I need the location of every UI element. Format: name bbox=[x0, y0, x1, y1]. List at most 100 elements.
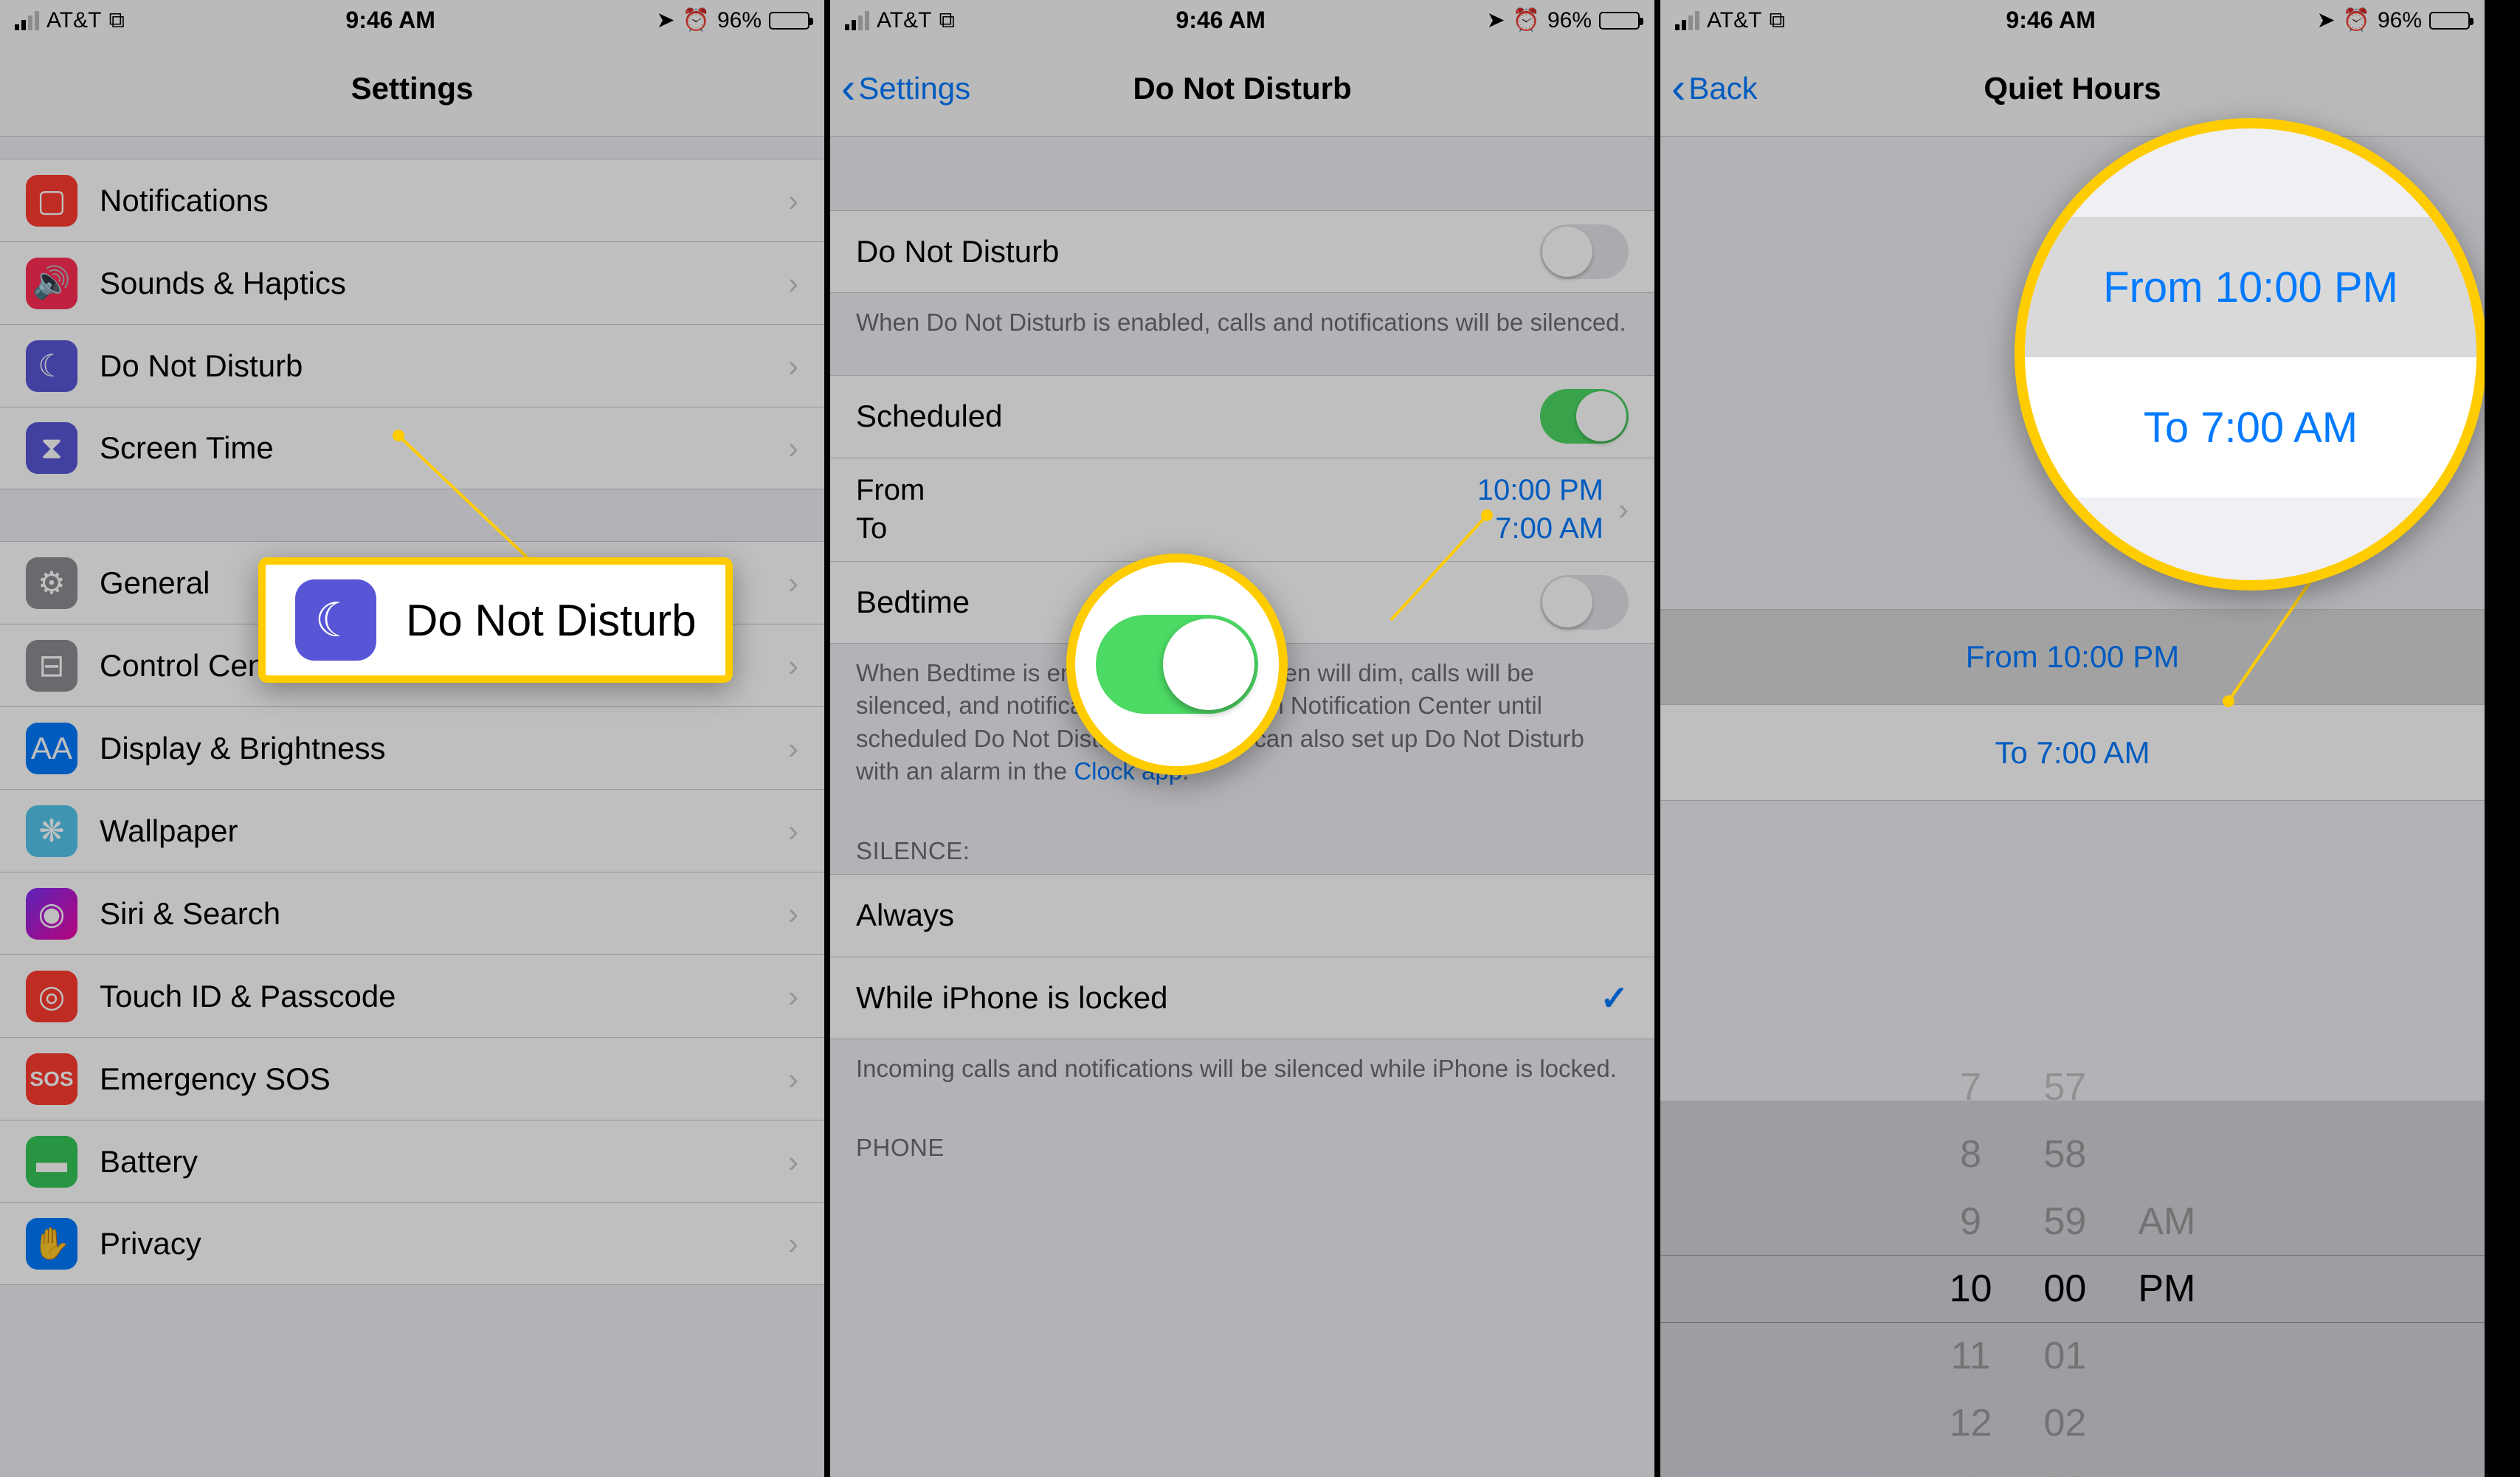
picker-ampm[interactable]: AM PM bbox=[2138, 1188, 2195, 1390]
callout-to-label: To 7:00 AM bbox=[2144, 403, 2358, 452]
settings-group-1: ▢ Notifications › 🔊 Sounds & Haptics › ☾… bbox=[0, 159, 824, 489]
silence-header: SILENCE: bbox=[830, 824, 1654, 874]
row-notifications[interactable]: ▢ Notifications › bbox=[0, 159, 824, 241]
bedtime-toggle[interactable] bbox=[1540, 575, 1629, 630]
to-label: To bbox=[856, 509, 1477, 548]
cell-signal-icon bbox=[15, 11, 39, 30]
picker-option: 1 bbox=[1960, 1457, 1981, 1477]
callout-do-not-disturb: ☾ Do Not Disturb bbox=[258, 557, 733, 683]
cell-signal-icon bbox=[1675, 11, 1699, 30]
picker-selected: 10 bbox=[1950, 1256, 1992, 1323]
siri-icon: ◉ bbox=[26, 888, 77, 940]
row-label: Do Not Disturb bbox=[856, 234, 1540, 269]
callout-quiet-hours-zoom: From 10:00 PM To 7:00 AM bbox=[2015, 118, 2487, 591]
row-sounds[interactable]: 🔊 Sounds & Haptics › bbox=[0, 241, 824, 324]
row-display[interactable]: AA Display & Brightness › bbox=[0, 706, 824, 789]
picker-hours[interactable]: 7 8 9 10 11 12 1 bbox=[1950, 1054, 1992, 1477]
picker-option: 59 bbox=[2044, 1188, 2087, 1256]
location-icon: ➤ bbox=[656, 7, 674, 33]
sounds-icon: 🔊 bbox=[26, 258, 77, 309]
switches-icon: ⊟ bbox=[26, 640, 77, 692]
carrier-label: AT&T bbox=[1707, 8, 1761, 33]
from-label: From bbox=[856, 471, 1477, 509]
row-label: Emergency SOS bbox=[100, 1061, 773, 1097]
status-bar: AT&T ⧉ 9:46 AM ➤ ⏰ 96% bbox=[830, 0, 1654, 41]
page-title: Do Not Disturb bbox=[1133, 71, 1351, 106]
battery-percent: 96% bbox=[717, 8, 762, 33]
battery-icon bbox=[2429, 12, 2470, 30]
fingerprint-icon: ◎ bbox=[26, 971, 77, 1022]
picker-option: 57 bbox=[2044, 1054, 2087, 1121]
alarm-icon: ⏰ bbox=[683, 7, 710, 33]
row-silence-locked[interactable]: While iPhone is locked ✓ bbox=[830, 957, 1654, 1039]
notifications-icon: ▢ bbox=[26, 175, 77, 227]
picker-minutes[interactable]: 57 58 59 00 01 02 03 bbox=[2044, 1054, 2087, 1477]
to-value: 7:00 AM bbox=[1477, 509, 1604, 548]
row-privacy[interactable]: ✋ Privacy › bbox=[0, 1202, 824, 1285]
dnd-footer: When Do Not Disturb is enabled, calls an… bbox=[830, 293, 1654, 353]
picker-option: 7 bbox=[1960, 1054, 1981, 1121]
chevron-left-icon: ‹ bbox=[1671, 67, 1685, 110]
chevron-right-icon: › bbox=[788, 1226, 798, 1261]
row-label: Siri & Search bbox=[100, 896, 773, 932]
row-schedule-times[interactable]: From To 10:00 PM 7:00 AM › bbox=[830, 458, 1654, 561]
status-bar: AT&T ⧉ 9:46 AM ➤ ⏰ 96% bbox=[1660, 0, 2485, 41]
nav-bar: ‹ Settings Do Not Disturb bbox=[830, 41, 1654, 137]
picker-option: 9 bbox=[1960, 1188, 1981, 1256]
page-title: Settings bbox=[351, 71, 474, 106]
row-quiet-from[interactable]: From 10:00 PM bbox=[1660, 609, 2485, 705]
row-silence-always[interactable]: Always bbox=[830, 874, 1654, 957]
phone-header: PHONE bbox=[830, 1120, 1654, 1171]
hourglass-icon: ⧗ bbox=[26, 422, 77, 474]
row-wallpaper[interactable]: ❋ Wallpaper › bbox=[0, 789, 824, 872]
chevron-right-icon: › bbox=[788, 565, 798, 601]
screen-dnd: AT&T ⧉ 9:46 AM ➤ ⏰ 96% ‹ Settings Do Not… bbox=[830, 0, 1660, 1477]
row-label: Screen Time bbox=[100, 430, 773, 466]
row-label: Sounds & Haptics bbox=[100, 266, 773, 301]
callout-to-row: To 7:00 AM bbox=[2025, 357, 2476, 498]
back-label: Back bbox=[1688, 71, 1757, 106]
row-siri[interactable]: ◉ Siri & Search › bbox=[0, 872, 824, 954]
time-picker[interactable]: 7 8 9 10 11 12 1 57 58 59 00 01 02 03 AM… bbox=[1660, 1101, 2485, 1477]
callout-from-row: From 10:00 PM bbox=[2025, 217, 2476, 357]
row-battery[interactable]: ▬ Battery › bbox=[0, 1120, 824, 1202]
cell-signal-icon bbox=[845, 11, 869, 30]
row-label: Battery bbox=[100, 1144, 773, 1180]
chevron-right-icon: › bbox=[1618, 492, 1629, 527]
back-label: Settings bbox=[858, 71, 970, 106]
row-label: While iPhone is locked bbox=[856, 980, 1600, 1016]
back-button[interactable]: ‹ Settings bbox=[841, 67, 970, 110]
carrier-label: AT&T bbox=[877, 8, 931, 33]
row-sos[interactable]: SOS Emergency SOS › bbox=[0, 1037, 824, 1120]
nav-bar: ‹ Back Quiet Hours bbox=[1660, 41, 2485, 137]
picker-option: 58 bbox=[2044, 1121, 2087, 1188]
row-dnd-toggle[interactable]: Do Not Disturb bbox=[830, 210, 1654, 293]
row-scheduled-toggle[interactable]: Scheduled bbox=[830, 375, 1654, 458]
callout-label: Do Not Disturb bbox=[406, 595, 696, 646]
row-screen-time[interactable]: ⧗ Screen Time › bbox=[0, 407, 824, 489]
battery-icon bbox=[1599, 12, 1640, 30]
status-time: 9:46 AM bbox=[2006, 7, 2096, 34]
checkmark-icon: ✓ bbox=[1600, 978, 1629, 1018]
hand-icon: ✋ bbox=[26, 1218, 77, 1270]
wifi-icon: ⧉ bbox=[108, 8, 124, 33]
row-quiet-to[interactable]: To 7:00 AM bbox=[1660, 705, 2485, 801]
picker-option: AM bbox=[2138, 1188, 2195, 1256]
to-row-label: To 7:00 AM bbox=[1995, 735, 2150, 771]
moon-icon: ☾ bbox=[26, 340, 77, 392]
wifi-icon: ⧉ bbox=[1769, 8, 1784, 33]
back-button[interactable]: ‹ Back bbox=[1671, 67, 1758, 110]
battery-percent: 96% bbox=[1547, 8, 1592, 33]
alarm-icon: ⏰ bbox=[2343, 7, 2370, 33]
chevron-right-icon: › bbox=[788, 1061, 798, 1097]
dnd-toggle[interactable] bbox=[1540, 224, 1629, 279]
chevron-right-icon: › bbox=[788, 896, 798, 932]
row-do-not-disturb[interactable]: ☾ Do Not Disturb › bbox=[0, 324, 824, 407]
picker-option: 02 bbox=[2044, 1390, 2087, 1457]
page-title: Quiet Hours bbox=[1984, 71, 2161, 106]
sos-icon: SOS bbox=[26, 1053, 77, 1105]
gear-icon: ⚙ bbox=[26, 557, 77, 609]
screen-quiet-hours: AT&T ⧉ 9:46 AM ➤ ⏰ 96% ‹ Back Quiet Hour… bbox=[1660, 0, 2490, 1477]
row-touchid[interactable]: ◎ Touch ID & Passcode › bbox=[0, 954, 824, 1037]
scheduled-toggle[interactable] bbox=[1540, 389, 1629, 444]
